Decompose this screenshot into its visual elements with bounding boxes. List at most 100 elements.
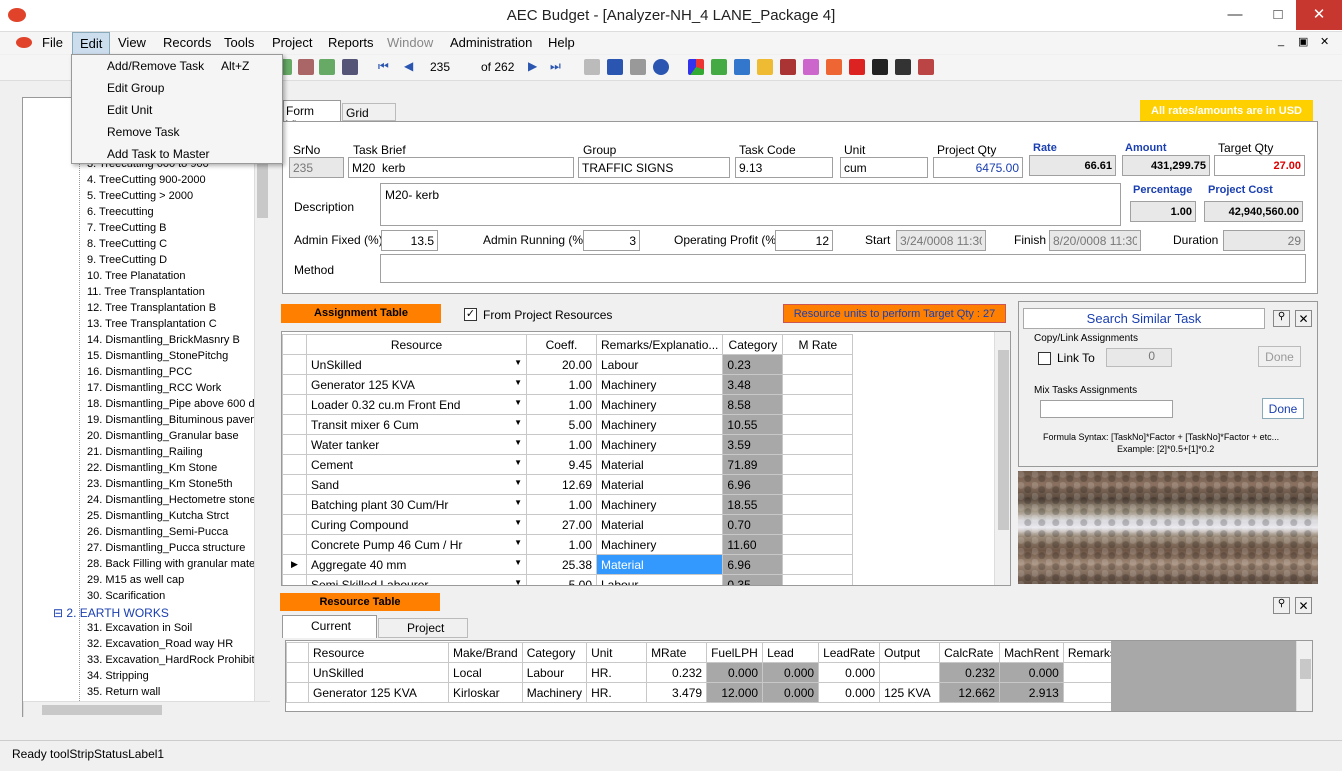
mdi-restore-icon[interactable]: ▣ <box>1298 35 1308 48</box>
tree-vscroll[interactable] <box>254 98 270 701</box>
remarks-cell[interactable]: Material <box>595 514 724 535</box>
link-to-checkbox[interactable] <box>1038 352 1051 365</box>
mrate-cell[interactable] <box>782 434 854 455</box>
resource-pin-icon[interactable]: ⚲ <box>1273 597 1290 614</box>
resource-grid[interactable]: Resource Make/Brand Category Unit MRate FuelL… <box>285 640 1313 712</box>
table-row[interactable]: Water tanker ▼ 1.00 Machinery 3.59 <box>282 434 854 455</box>
resource-cell[interactable]: Loader 0.32 cu.m Front End ▼ <box>306 394 527 415</box>
tree-item[interactable]: 19. Dismantling_Bituminous pavem <box>87 414 255 426</box>
remarks-cell[interactable]: Labour <box>595 354 724 375</box>
tree-item[interactable]: 17. Dismantling_RCC Work <box>87 382 221 394</box>
save-icon[interactable] <box>607 59 623 75</box>
form-view-tab[interactable]: Form View <box>283 100 341 132</box>
print-icon[interactable] <box>630 59 646 75</box>
line-chart-icon[interactable] <box>803 59 819 75</box>
resource-cell[interactable]: Concrete Pump 46 Cum / Hr ▼ <box>306 534 527 555</box>
row-selector[interactable] <box>282 434 307 455</box>
tree-item[interactable]: 11. Tree Transplantation <box>87 286 205 298</box>
row-selector[interactable] <box>282 354 307 375</box>
row-selector[interactable] <box>286 662 309 683</box>
coeff-cell[interactable]: 1.00 <box>526 494 597 515</box>
pie-chart-icon[interactable] <box>688 59 704 75</box>
mrate-cell[interactable] <box>782 394 854 415</box>
coeff-cell[interactable]: 5.00 <box>526 574 597 585</box>
res-col-header[interactable]: Output <box>879 642 941 663</box>
project-qty-field[interactable] <box>933 157 1023 178</box>
task-tree[interactable]: 3. Treecutting 600 to 900 4. TreeCutting … <box>22 97 270 717</box>
bar-chart-3-icon[interactable] <box>757 59 773 75</box>
res-col-header[interactable]: Unit <box>586 642 648 663</box>
resource-cell[interactable]: Cement ▼ <box>306 454 527 475</box>
menu-window[interactable]: Window <box>387 35 433 50</box>
minimize-button[interactable]: — <box>1215 0 1255 30</box>
tree-item[interactable]: 8. TreeCutting C <box>87 238 167 250</box>
mrate-cell[interactable] <box>782 514 854 535</box>
mix-done-button[interactable]: Done <box>1262 398 1304 419</box>
admin-running-field[interactable] <box>583 230 640 251</box>
table-row[interactable]: Batching plant 30 Cum/Hr ▼ 1.00 Machinery 18… <box>282 494 854 515</box>
close-panel-icon[interactable]: ✕ <box>1295 310 1312 327</box>
method-field[interactable] <box>380 254 1306 283</box>
dollar-icon[interactable] <box>895 59 911 75</box>
tree-item[interactable]: 6. Treecutting <box>87 206 154 218</box>
table-row[interactable]: Sand ▼ 12.69 Material 6.96 <box>282 474 854 495</box>
tree-item[interactable]: 24. Dismantling_Hectometre stone <box>87 494 255 506</box>
next-record-icon[interactable]: ▶ <box>528 59 537 73</box>
row-selector[interactable] <box>282 534 307 555</box>
res-col-header[interactable]: CalcRate <box>939 642 1001 663</box>
coeff-cell[interactable]: 5.00 <box>526 414 597 435</box>
menu-view[interactable]: View <box>118 35 146 50</box>
res-cell[interactable]: 0.000 <box>706 662 764 683</box>
target-qty-field[interactable] <box>1214 155 1305 176</box>
tree-item[interactable]: 32. Excavation_Road way HR <box>87 638 233 650</box>
res-cell[interactable]: HR. <box>586 682 648 703</box>
tree-item[interactable]: 25. Dismantling_Kutcha Strct <box>87 510 229 522</box>
remarks-cell[interactable]: Labour <box>595 574 724 585</box>
admin-fixed-field[interactable] <box>381 230 438 251</box>
remarks-cell[interactable]: Machinery <box>595 374 724 395</box>
resource-cell[interactable]: Water tanker ▼ <box>306 434 527 455</box>
remarks-cell[interactable]: Material <box>595 474 724 495</box>
res-col-header[interactable]: LeadRate <box>818 642 881 663</box>
res-cell[interactable]: 0.000 <box>818 662 881 683</box>
remarks-cell[interactable]: Material <box>595 554 724 575</box>
coeff-cell[interactable]: 1.00 <box>526 394 597 415</box>
tree-item[interactable]: 27. Dismantling_Pucca structure <box>87 542 245 554</box>
table-row[interactable]: Curing Compound ▼ 27.00 Material 0.70 <box>282 514 854 535</box>
row-selector[interactable] <box>282 494 307 515</box>
task-edit-icon[interactable] <box>298 59 314 75</box>
coeff-cell[interactable]: 12.69 <box>526 474 597 495</box>
mrate-cell[interactable] <box>782 574 854 585</box>
resource-cell[interactable]: Aggregate 40 mm ▼ <box>306 554 527 575</box>
remarks-cell[interactable]: Machinery <box>595 534 724 555</box>
tree-item[interactable]: 33. Excavation_HardRock Prohibit <box>87 654 255 666</box>
res-col-header[interactable]: Category <box>521 642 588 663</box>
film-icon[interactable] <box>872 59 888 75</box>
tree-item[interactable]: 30. Scarification <box>87 590 165 602</box>
mrate-cell[interactable] <box>782 534 854 555</box>
res-cell[interactable]: 0.000 <box>762 662 820 683</box>
assign-col-header[interactable]: Coeff. <box>526 334 597 355</box>
tools-2-icon[interactable] <box>849 59 865 75</box>
mrate-cell[interactable] <box>782 374 854 395</box>
bar-chart-4-icon[interactable] <box>780 59 796 75</box>
res-cell[interactable]: 0.232 <box>939 662 1001 683</box>
res-cell[interactable]: Machinery <box>521 682 588 703</box>
tree-group-earth-works[interactable]: ⊟ 2. EARTH WORKS <box>53 606 169 620</box>
table-row[interactable]: Cement ▼ 9.45 Material 71.89 <box>282 454 854 475</box>
res-cell[interactable]: 2.913 <box>999 682 1064 703</box>
res-col-header[interactable]: Resource <box>308 642 449 663</box>
from-project-checkbox[interactable]: ✓ <box>464 308 477 321</box>
pin-icon[interactable]: ⚲ <box>1273 310 1290 327</box>
assign-col-header[interactable]: Category <box>722 334 784 355</box>
assign-col-header[interactable]: M Rate <box>782 334 854 355</box>
tree-item[interactable]: 5. TreeCutting > 2000 <box>87 190 193 202</box>
res-cell[interactable]: 12.662 <box>939 682 1001 703</box>
chart-5-icon[interactable] <box>918 59 934 75</box>
tree-item[interactable]: 9. TreeCutting D <box>87 254 167 266</box>
res-cell[interactable]: Local <box>448 662 523 683</box>
table-row[interactable]: Transit mixer 6 Cum ▼ 5.00 Machinery 10.55 <box>282 414 854 435</box>
resource-cell[interactable]: Semi Skilled Labourer ▼ <box>306 574 527 585</box>
edit-menu-item-add-remove[interactable]: Add/Remove Task Alt+Z <box>107 59 249 73</box>
mrate-cell[interactable] <box>782 474 854 495</box>
